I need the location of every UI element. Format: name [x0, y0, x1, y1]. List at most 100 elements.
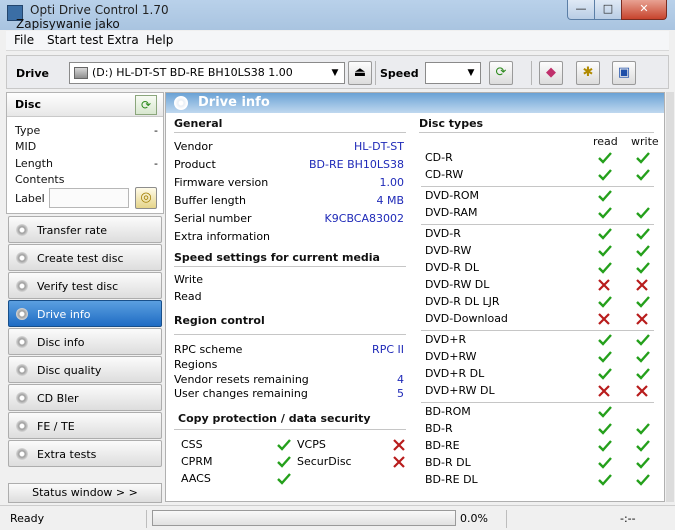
check-icon	[636, 262, 650, 274]
nav-cd-bler[interactable]: CD Bler	[8, 384, 162, 411]
menu-extra[interactable]: Extra	[107, 33, 139, 47]
check-icon	[598, 368, 612, 380]
minimize-button[interactable]: —	[567, 0, 595, 20]
speed-select[interactable]: ▼	[425, 62, 481, 84]
read-column-header: read	[593, 135, 618, 148]
disc-mid-label: MID	[15, 140, 37, 153]
check-icon	[598, 169, 612, 181]
disc-panel: Disc ⟳ Type - MID Length - Contents Labe…	[6, 92, 164, 214]
disc-type-label: Type	[15, 124, 41, 137]
check-icon	[636, 423, 650, 435]
eject-button[interactable]: ⏏	[348, 61, 372, 85]
serial-value: K9CBCA83002	[324, 212, 404, 225]
disc-icon	[16, 364, 28, 376]
nav-label: Disc info	[37, 336, 85, 349]
disc-type-name: BD-R DL	[425, 456, 471, 469]
disc-icon	[16, 252, 28, 264]
disc-type-name: DVD+R DL	[425, 367, 485, 380]
firmware-label: Firmware version	[174, 176, 269, 189]
buffer-label: Buffer length	[174, 194, 246, 207]
disc-type-value: -	[154, 124, 158, 137]
maximize-button[interactable]: □	[594, 0, 622, 20]
disc-type-name: DVD-Download	[425, 312, 508, 325]
panel-title: Drive info	[198, 95, 270, 110]
vendor-value: HL-DT-ST	[353, 140, 404, 153]
chevron-down-icon: ▼	[467, 68, 475, 78]
nav-create-test-disc[interactable]: Create test disc	[8, 244, 162, 271]
write-column-header: write	[631, 135, 659, 148]
disc-types-title: Disc types	[419, 117, 484, 130]
chevron-down-icon: ▼	[331, 68, 339, 78]
disc-icon	[16, 420, 28, 432]
rpc-scheme-value: RPC II	[372, 343, 404, 356]
drive-select[interactable]: (D:) HL-DT-ST BD-RE BH10LS38 1.00 ▼	[69, 62, 345, 84]
toolbar-separator	[375, 61, 376, 85]
divider	[174, 334, 406, 335]
menu-file[interactable]: File	[14, 33, 34, 47]
close-button[interactable]: ✕	[621, 0, 667, 20]
region-control-title: Region control	[174, 314, 265, 327]
progress-text: 0.0%	[460, 512, 488, 525]
nav-verify-test-disc[interactable]: Verify test disc	[8, 272, 162, 299]
divider	[174, 429, 406, 430]
vendor-label: Vendor	[174, 140, 213, 153]
disc-type-name: CD-RW	[425, 168, 464, 181]
vcps-label: VCPS	[297, 438, 326, 451]
check-icon	[598, 190, 612, 202]
nav-disc-quality[interactable]: Disc quality	[8, 356, 162, 383]
elapsed-time: -:--	[620, 512, 636, 525]
disc-length-label: Length	[15, 157, 53, 170]
nav-label: Extra tests	[37, 448, 97, 461]
divider	[421, 402, 654, 403]
disc-icon	[16, 336, 28, 348]
panel-header: Drive info	[166, 93, 664, 113]
check-icon	[598, 334, 612, 346]
check-icon	[636, 169, 650, 181]
check-icon	[598, 228, 612, 240]
status-window-button[interactable]: Status window > >	[8, 483, 162, 503]
check-icon	[598, 457, 612, 469]
check-icon	[636, 296, 650, 308]
disc-type-name: BD-RE	[425, 439, 460, 452]
drive-icon	[74, 67, 88, 79]
check-icon	[598, 152, 612, 164]
progress-bar	[152, 510, 456, 526]
refresh-speed-button[interactable]: ⟳	[489, 61, 513, 85]
disc-type-name: DVD-RAM	[425, 206, 478, 219]
disc-label-button[interactable]: ◎	[135, 187, 157, 209]
securdisc-label: SecurDisc	[297, 455, 352, 468]
config-button[interactable]: ✱	[576, 61, 600, 85]
disc-refresh-button[interactable]: ⟳	[135, 95, 157, 115]
check-icon	[598, 296, 612, 308]
read-speed-label: Read	[174, 290, 202, 303]
settings-icon: ✱	[582, 65, 594, 80]
serial-label: Serial number	[174, 212, 252, 225]
disc-type-name: DVD-R DL	[425, 261, 479, 274]
nav-drive-info[interactable]: Drive info	[8, 300, 162, 327]
check-icon	[636, 457, 650, 469]
divider	[419, 132, 654, 133]
disc-label-label: Label	[15, 192, 45, 205]
disc-icon	[16, 448, 28, 460]
check-icon	[636, 474, 650, 486]
disc-type-name: DVD-R DL LJR	[425, 295, 500, 308]
speed-settings-title: Speed settings for current media	[174, 251, 380, 264]
disc-type-name: DVD-RW DL	[425, 278, 490, 291]
nav-label: Transfer rate	[37, 224, 108, 237]
disc-type-name: DVD+RW	[425, 350, 477, 363]
product-label: Product	[174, 158, 216, 171]
menu-help[interactable]: Help	[146, 33, 173, 47]
divider	[421, 186, 654, 187]
nav-transfer-rate[interactable]: Transfer rate	[8, 216, 162, 243]
toolbar: Drive (D:) HL-DT-ST BD-RE BH10LS38 1.00 …	[6, 55, 669, 89]
disc-label-input[interactable]	[49, 188, 129, 208]
menu-start-test[interactable]: Start test	[47, 33, 103, 47]
save-button[interactable]: ▣	[612, 61, 636, 85]
erase-button[interactable]: ◆	[539, 61, 563, 85]
eject-icon: ⏏	[353, 65, 367, 80]
nav-fe-te[interactable]: FE / TE	[8, 412, 162, 439]
nav-extra-tests[interactable]: Extra tests	[8, 440, 162, 467]
nav-disc-info[interactable]: Disc info	[8, 328, 162, 355]
check-icon	[636, 334, 650, 346]
firmware-value: 1.00	[379, 176, 405, 189]
